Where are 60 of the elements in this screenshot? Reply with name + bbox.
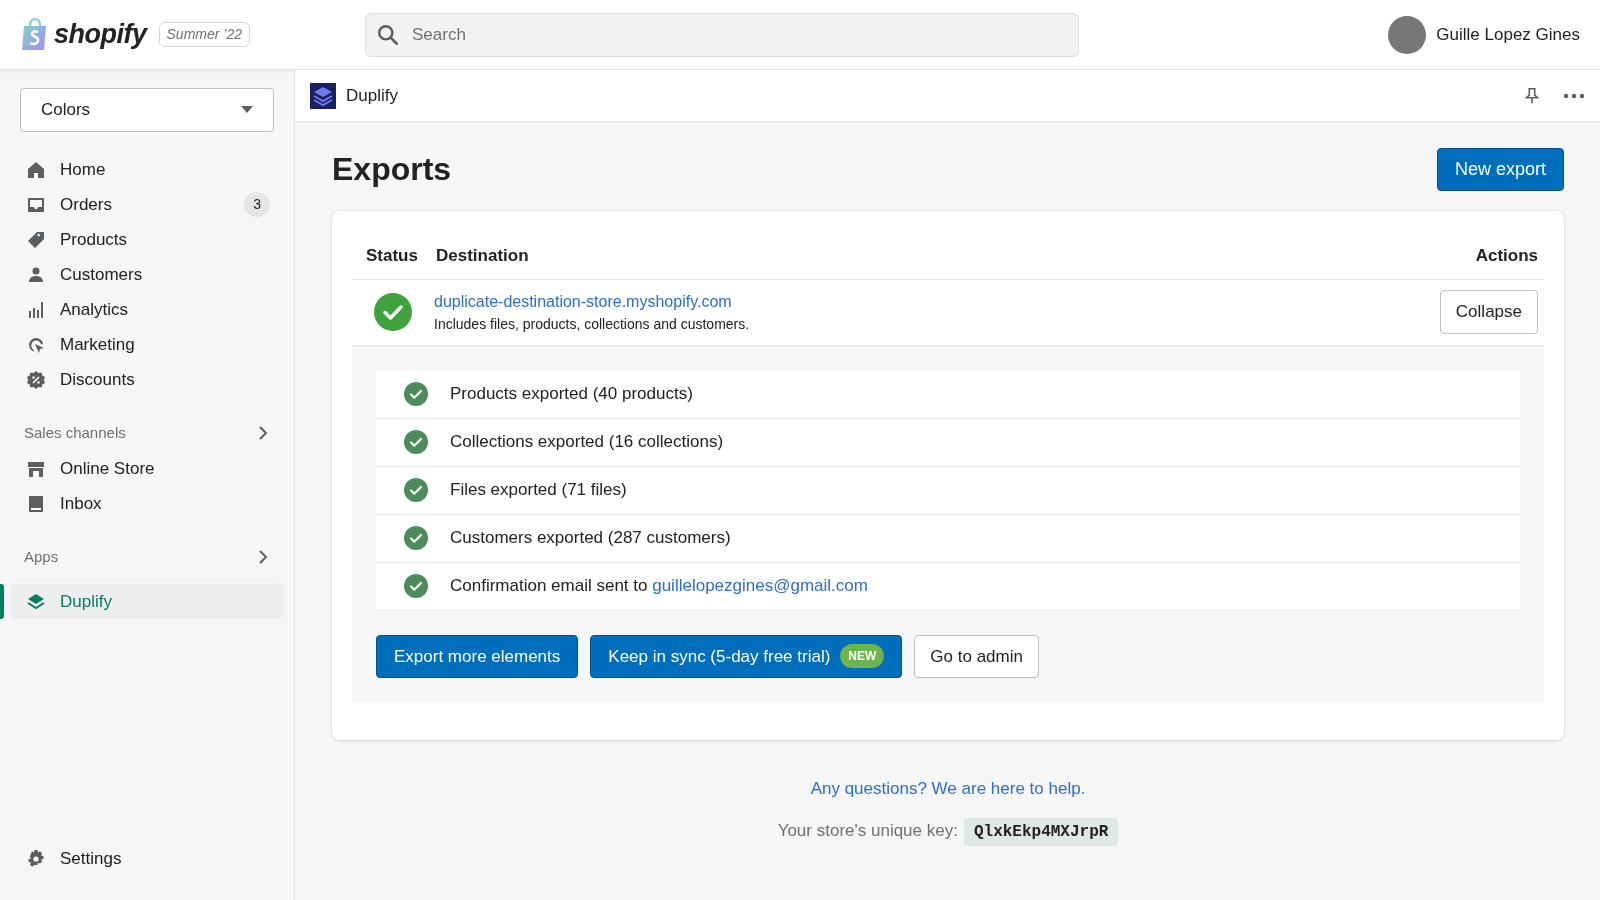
home-icon xyxy=(26,159,46,180)
key-label: Your store's unique key: xyxy=(777,820,958,840)
action-button[interactable]: Go to admin xyxy=(914,634,1039,678)
email-link[interactable]: guillelopezgines@gmail.com xyxy=(652,576,868,596)
step-text: Files exported (71 files) xyxy=(450,479,627,502)
logo-wordmark: shopify xyxy=(54,18,147,52)
layers-logo-icon xyxy=(310,82,336,109)
pin-icon[interactable] xyxy=(1523,86,1541,105)
store-key: QlxkEkp4MXJrpR xyxy=(963,817,1119,846)
caret-icon xyxy=(241,106,253,114)
new-badge: NEW xyxy=(840,644,885,669)
collapse-button[interactable]: Collapse xyxy=(1439,290,1538,334)
check-circle-icon xyxy=(404,382,428,406)
nav-item[interactable]: Settings xyxy=(10,841,284,876)
nav-item[interactable]: Inbox xyxy=(10,486,284,521)
user-name[interactable]: Guille Lopez Gines xyxy=(1436,21,1580,48)
step-text: Customers exported (287 customers) xyxy=(450,527,731,550)
nav-item[interactable]: Analytics xyxy=(10,292,284,327)
column-header: Actions xyxy=(1475,245,1538,267)
nav-item[interactable]: Discounts xyxy=(10,362,284,397)
check-circle-icon xyxy=(374,293,412,331)
gear-icon xyxy=(26,848,46,869)
destination-description: Includes files, products, collections and customers. xyxy=(434,314,751,334)
action-button[interactable]: Export more elements xyxy=(376,634,579,678)
section-heading: Apps xyxy=(24,546,59,567)
edition-badge: Summer ’22 xyxy=(158,22,250,47)
check-circle-icon xyxy=(404,526,428,550)
tag-icon xyxy=(26,229,46,250)
new-export-button[interactable]: New export xyxy=(1436,148,1564,191)
nav-item[interactable]: Home xyxy=(10,152,284,187)
check-circle-icon xyxy=(404,574,428,598)
count-badge: 3 xyxy=(244,192,270,217)
nav-item[interactable]: Customers xyxy=(10,257,284,292)
nav-item[interactable]: Online Store xyxy=(10,451,284,486)
avatar[interactable] xyxy=(1388,15,1427,54)
action-button[interactable]: Keep in sync (5-day free trial) NEW xyxy=(590,634,903,678)
nav-item[interactable]: Orders 3 xyxy=(10,187,284,222)
app-title: Duplify xyxy=(346,84,398,107)
search-field[interactable]: Search xyxy=(365,12,1079,57)
column-header: Status xyxy=(366,245,419,267)
check-circle-icon xyxy=(404,430,428,454)
help-link[interactable]: Any questions? We are here to help. xyxy=(810,779,1086,798)
layers-icon xyxy=(26,591,46,612)
chevron-right-icon[interactable] xyxy=(258,549,268,565)
step-text: Collections exported (16 collections) xyxy=(450,431,724,454)
search-icon xyxy=(377,23,399,46)
column-header: Destination xyxy=(436,245,530,267)
inbox-icon xyxy=(26,493,46,514)
check-circle-icon xyxy=(404,478,428,502)
section-heading: Sales channels xyxy=(24,422,126,443)
store-selector[interactable]: Colors xyxy=(20,88,274,132)
percent-badge-icon xyxy=(26,369,46,390)
page-title: Exports xyxy=(332,150,452,189)
step-text: Products exported (40 products) xyxy=(450,383,693,406)
step-text: Confirmation email sent to guillelopezgines@gmail.com xyxy=(450,575,868,598)
nav-item[interactable]: Marketing xyxy=(10,327,284,362)
bar-chart-icon xyxy=(26,299,46,320)
nav-item[interactable]: Products xyxy=(10,222,284,257)
destination-link[interactable]: duplicate-destination-store.myshopify.com xyxy=(434,289,1440,314)
chevron-right-icon[interactable] xyxy=(258,425,268,441)
